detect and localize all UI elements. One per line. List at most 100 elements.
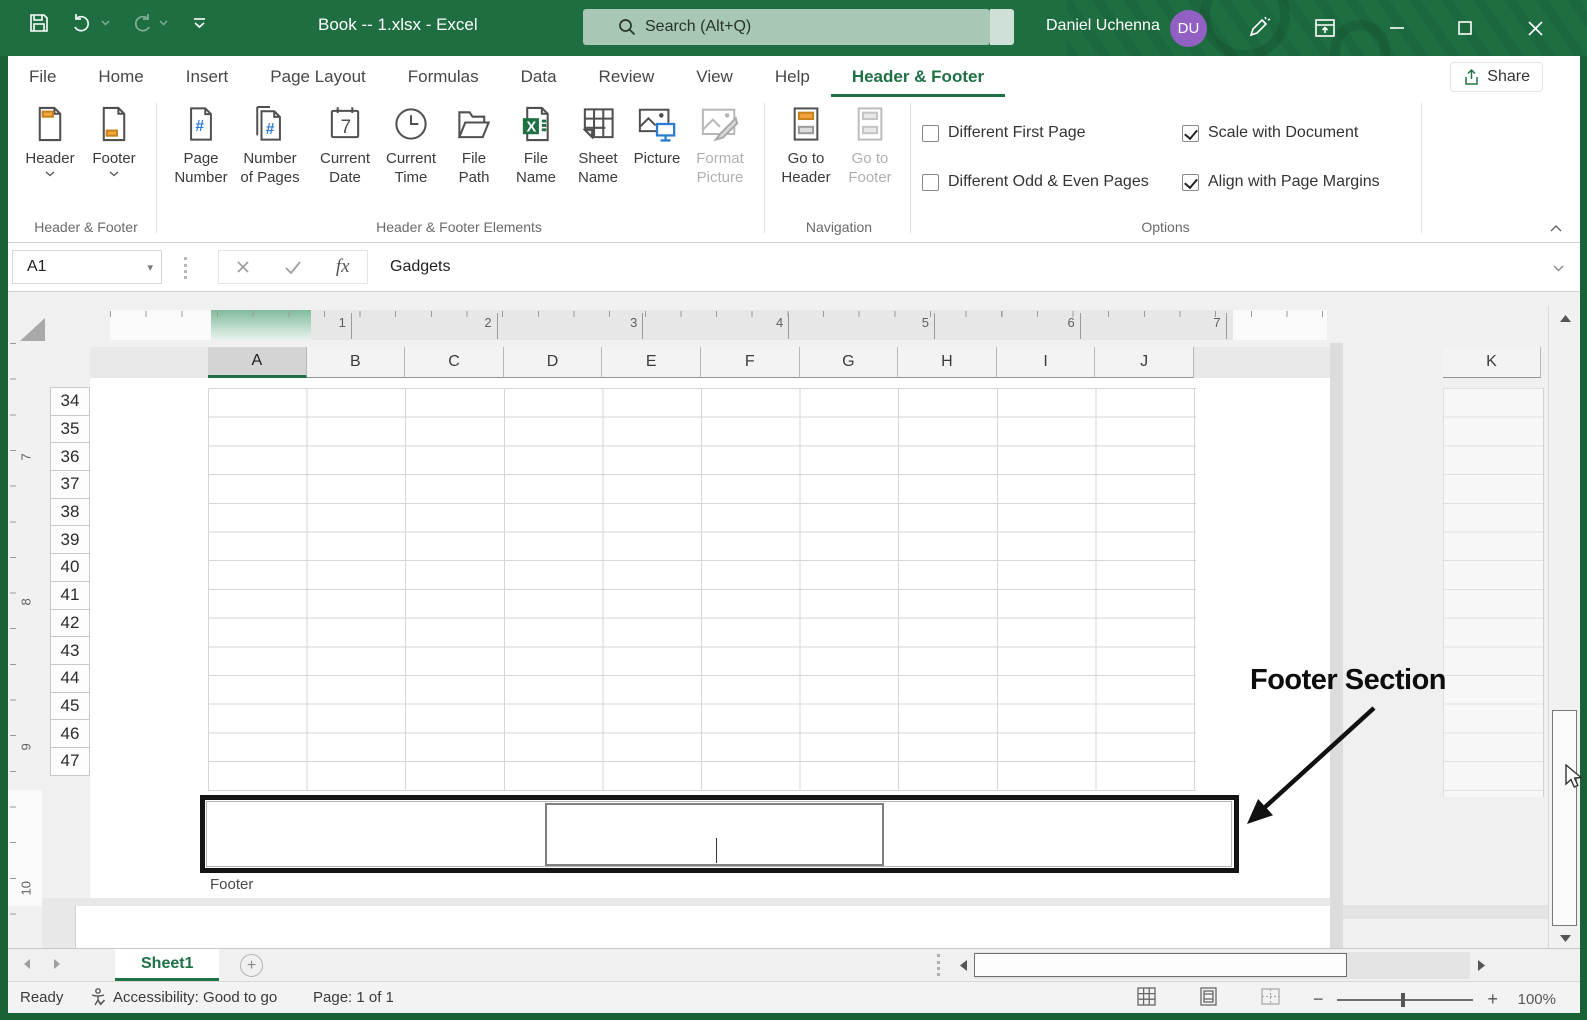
collapse-ribbon-icon[interactable] [1550,219,1562,237]
search-input[interactable]: Search (Alt+Q) [583,9,990,45]
ribbon-tab[interactable]: Review [578,56,676,97]
vertical-ruler[interactable]: 7 8 9 10 [8,343,42,948]
column-header[interactable]: J [1095,347,1194,378]
column-header[interactable]: A [208,347,307,378]
zoom-out-button[interactable]: − [1313,989,1324,1010]
share-button[interactable]: Share [1450,62,1543,92]
customize-quick-access-icon[interactable] [186,10,212,36]
column-header[interactable]: E [602,347,701,378]
column-header[interactable]: K [1443,347,1541,378]
undo-button[interactable] [70,10,96,36]
close-button[interactable] [1520,13,1550,43]
page-corner-indicator[interactable] [18,316,46,342]
ribbon-display-options-icon[interactable] [1310,13,1340,43]
ribbon-tab[interactable]: Home [77,56,164,97]
add-sheet-button[interactable]: + [240,954,263,977]
ribbon-tab[interactable]: Help [754,56,831,97]
current-time-button[interactable]: CurrentTime [379,103,443,187]
row-header[interactable]: 42 [50,609,90,638]
format-picture-button[interactable]: FormatPicture [688,103,752,187]
ribbon-tab[interactable]: Header & Footer [831,56,1005,97]
normal-view-icon[interactable] [1137,987,1156,1006]
page-layout-view-icon[interactable] [1199,987,1218,1006]
checkbox-box[interactable] [922,125,939,142]
expand-formula-bar-icon[interactable] [1553,259,1564,277]
save-button[interactable] [26,10,52,36]
column-header[interactable]: D [504,347,603,378]
zoom-slider[interactable] [1337,992,1473,1008]
header-button[interactable]: Header [18,103,82,177]
row-header[interactable]: 41 [50,581,90,610]
redo-button[interactable] [128,10,154,36]
go-to-footer-button[interactable]: Go toFooter [838,103,902,187]
page-number-button[interactable]: # PageNumber [169,103,233,187]
ribbon-tab[interactable]: Formulas [387,56,500,97]
column-header[interactable]: I [997,347,1096,378]
column-header[interactable]: H [898,347,997,378]
ribbon-tab[interactable]: Insert [165,56,250,97]
page-break-view-icon[interactable] [1261,987,1280,1006]
formula-bar-splitter[interactable] [184,257,187,279]
row-header[interactable]: 34 [50,387,90,416]
search-side-button[interactable] [990,9,1014,45]
cell-grid[interactable] [208,388,1196,791]
formula-input[interactable]: Gadgets [376,250,1526,284]
minimize-button[interactable] [1382,13,1412,43]
row-header[interactable]: 38 [50,498,90,527]
scroll-left-icon[interactable] [952,952,974,979]
cancel-entry-icon[interactable] [236,260,250,274]
row-header[interactable]: 46 [50,719,90,748]
row-header[interactable]: 44 [50,664,90,693]
undo-dropdown-icon[interactable] [100,10,110,36]
picture-button[interactable]: Picture [628,103,686,168]
number-of-pages-button[interactable]: # Numberof Pages [238,103,302,187]
redo-dropdown-icon[interactable] [158,10,168,36]
horizontal-scrollbar[interactable] [952,952,1498,979]
checkbox-different-odd-even[interactable]: Different Odd & Even Pages [922,173,1149,191]
confirm-entry-icon[interactable] [285,261,301,274]
ribbon-tab[interactable]: Data [500,56,578,97]
column-header[interactable]: B [307,347,406,378]
column-header[interactable]: C [405,347,504,378]
scroll-right-icon[interactable] [1470,952,1492,979]
avatar[interactable]: DU [1170,10,1207,47]
zoom-in-button[interactable]: + [1487,989,1498,1010]
row-header[interactable]: 36 [50,442,90,471]
ribbon-tab[interactable]: View [675,56,754,97]
file-path-button[interactable]: FilePath [442,103,506,187]
checkbox-scale-with-document[interactable]: Scale with Document [1182,124,1358,142]
vertical-scrollbar-thumb[interactable] [1552,710,1577,926]
scroll-up-icon[interactable] [1549,306,1581,331]
row-header[interactable]: 35 [50,415,90,444]
column-header[interactable]: G [800,347,899,378]
zoom-level[interactable]: 100% [1512,991,1556,1008]
page-2-cells[interactable] [1443,388,1544,797]
insert-function-icon[interactable]: fx [336,256,350,278]
name-box[interactable]: A1 ▾ [12,250,162,284]
row-header[interactable]: 45 [50,692,90,721]
sheet-prev-icon[interactable] [22,957,32,975]
checkbox-align-with-margins[interactable]: Align with Page Margins [1182,173,1380,191]
horizontal-scrollbar-thumb[interactable] [974,953,1347,977]
row-header[interactable]: 40 [50,553,90,582]
file-name-button[interactable]: X FileName [504,103,568,187]
footer-center-box[interactable] [545,803,884,866]
sheet-name-button[interactable]: SheetName [566,103,630,187]
checkbox-box[interactable] [1182,125,1199,142]
user-name[interactable]: Daniel Uchenna [1046,17,1160,35]
sheet-next-icon[interactable] [52,957,62,975]
status-accessibility[interactable]: Accessibility: Good to go [113,989,277,1006]
row-header[interactable]: 43 [50,636,90,665]
column-header[interactable]: F [701,347,800,378]
checkbox-box[interactable] [1182,174,1199,191]
ribbon-tab[interactable]: File [8,56,77,97]
row-header[interactable]: 39 [50,525,90,554]
zoom-slider-handle[interactable] [1401,993,1405,1007]
tab-scrollbar-splitter[interactable] [937,954,940,976]
vertical-scrollbar[interactable] [1548,306,1580,953]
row-header[interactable]: 37 [50,470,90,499]
sheet-tab[interactable]: Sheet1 [115,949,219,981]
row-header[interactable]: 47 [50,747,90,776]
footer-button[interactable]: Footer [82,103,146,177]
maximize-button[interactable] [1450,13,1480,43]
